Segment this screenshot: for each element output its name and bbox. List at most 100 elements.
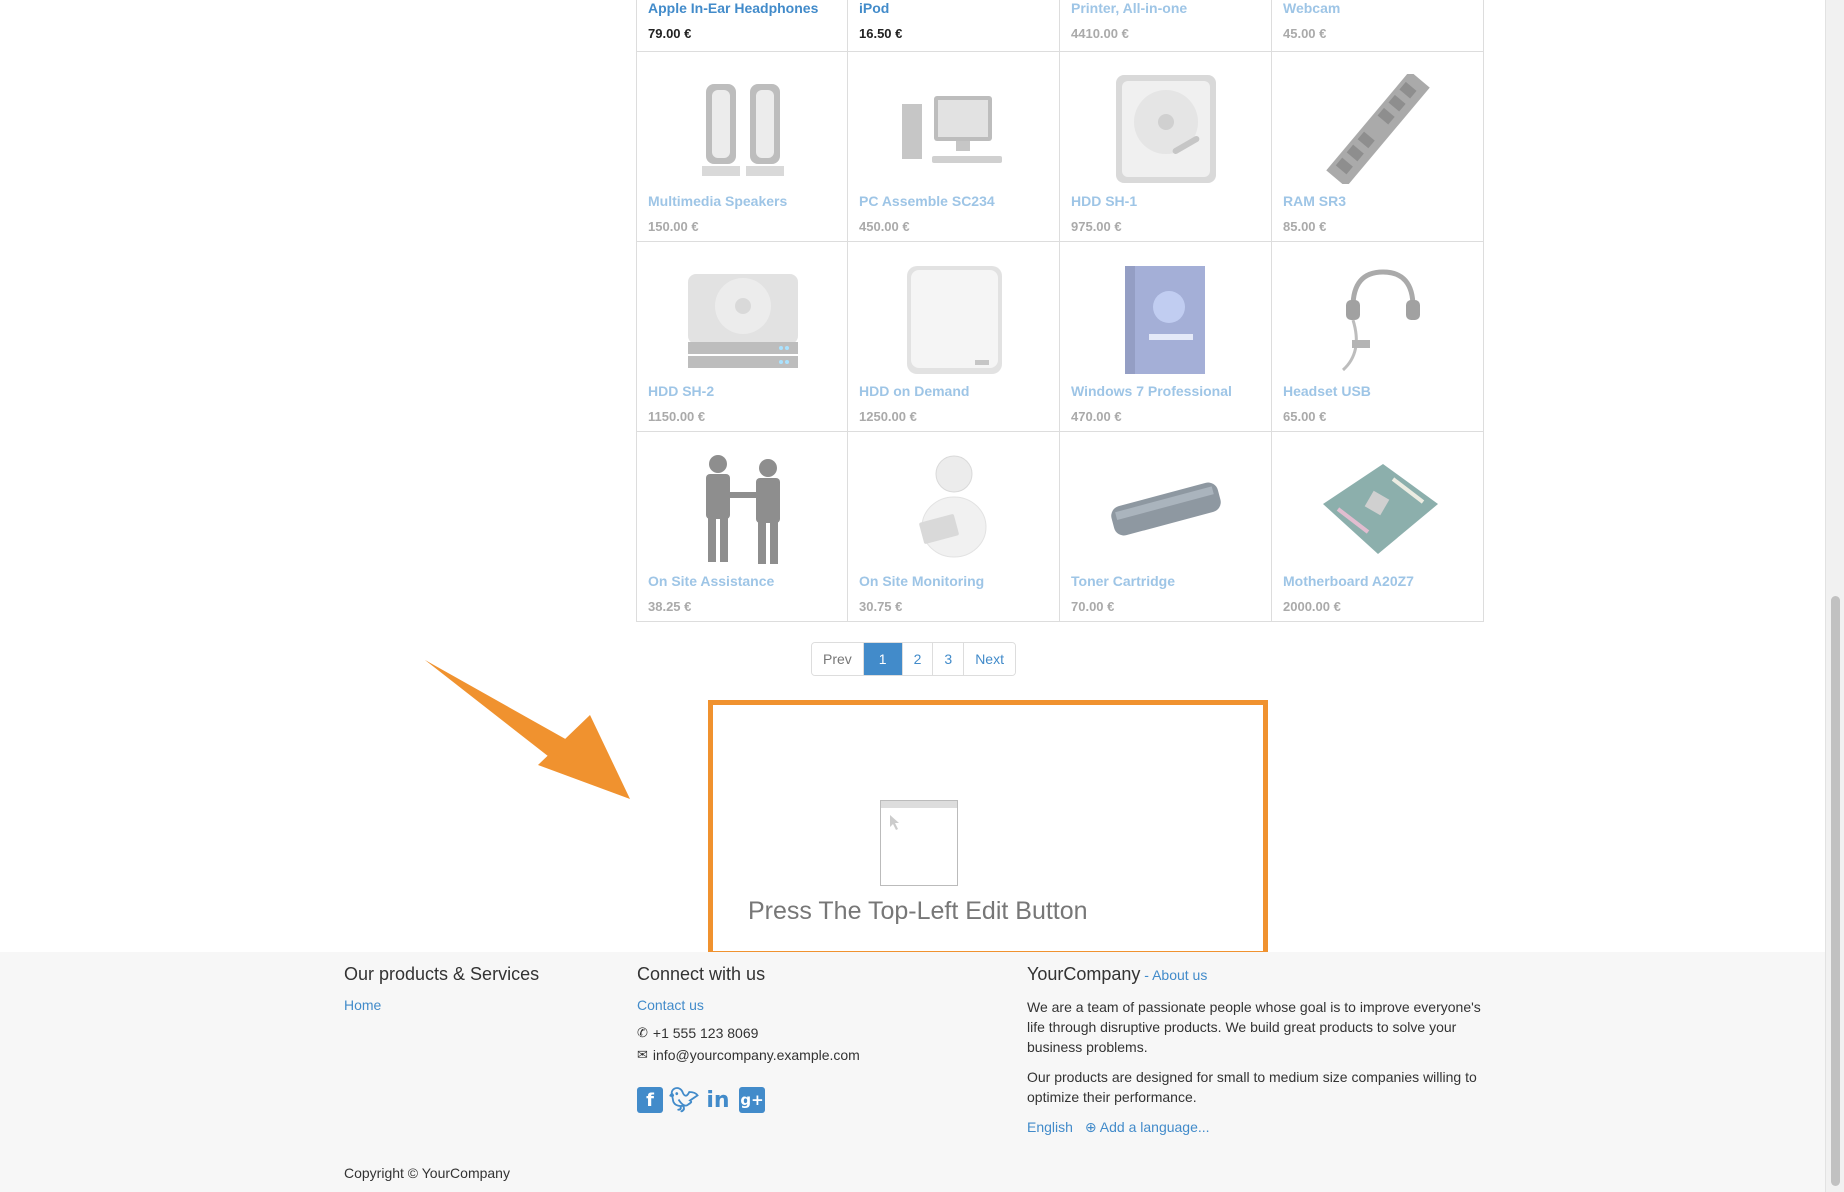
footer-home-link[interactable]: Home xyxy=(344,997,539,1013)
product-card[interactable]: HDD on Demand 1250.00 € xyxy=(848,242,1060,432)
product-price: 85.00 € xyxy=(1283,219,1327,234)
footer-connect-title: Connect with us xyxy=(637,964,766,984)
page-1-button[interactable]: 1 xyxy=(862,643,902,675)
company-name: YourCompany xyxy=(1027,964,1141,984)
handshake-icon[interactable] xyxy=(677,450,809,568)
product-card[interactable]: Toner Cartridge 70.00 € xyxy=(1060,432,1272,622)
product-price: 470.00 € xyxy=(1071,409,1122,424)
product-name[interactable]: iPod xyxy=(859,0,889,16)
product-price: 1150.00 € xyxy=(648,409,706,424)
product-price: 4410.00 € xyxy=(1071,26,1129,41)
toner-icon[interactable] xyxy=(1100,450,1232,568)
product-price: 65.00 € xyxy=(1283,409,1327,424)
browser-window-icon xyxy=(880,800,958,886)
linkedin-icon[interactable]: in xyxy=(705,1087,731,1113)
contact-us-link[interactable]: Contact us xyxy=(637,997,860,1013)
product-price: 16.50 € xyxy=(859,26,903,41)
pc-icon[interactable] xyxy=(888,70,1020,188)
product-name[interactable]: Apple In-Ear Headphones xyxy=(648,0,818,16)
product-price: 2000.00 € xyxy=(1283,599,1341,614)
product-card[interactable]: Printer, All-in-one 4410.00 € xyxy=(1060,0,1272,52)
product-name[interactable]: HDD SH-1 xyxy=(1071,193,1137,209)
product-price: 30.75 € xyxy=(859,599,903,614)
software-box-icon[interactable] xyxy=(1100,260,1232,378)
footer-company-column: YourCompany - About us We are a team of … xyxy=(1027,964,1487,1136)
phone-line: ✆ +1 555 123 8069 xyxy=(637,1025,860,1041)
speakers-icon[interactable] xyxy=(677,70,809,188)
about-separator: - xyxy=(1140,967,1153,983)
scrollbar-thumb[interactable] xyxy=(1831,596,1840,1186)
external-drive-icon[interactable] xyxy=(888,260,1020,378)
about-us-link[interactable]: About us xyxy=(1152,967,1207,983)
language-english-link[interactable]: English xyxy=(1027,1119,1073,1136)
footer: Our products & Services Home Connect wit… xyxy=(0,952,1826,1192)
product-name[interactable]: Headset USB xyxy=(1283,383,1371,399)
product-card[interactable]: RAM SR3 85.00 € xyxy=(1272,52,1484,242)
hdd-icon[interactable] xyxy=(1100,70,1232,188)
product-card[interactable]: Apple In-Ear Headphones 79.00 € xyxy=(636,0,848,52)
product-card[interactable]: HDD SH-1 975.00 € xyxy=(1060,52,1272,242)
product-card[interactable]: Headset USB 65.00 € xyxy=(1272,242,1484,432)
product-name[interactable]: PC Assemble SC234 xyxy=(859,193,995,209)
product-card[interactable]: HDD SH-2 1150.00 € xyxy=(636,242,848,432)
google-plus-icon[interactable]: g+ xyxy=(739,1087,765,1113)
product-price: 45.00 € xyxy=(1283,26,1327,41)
product-name[interactable]: Printer, All-in-one xyxy=(1071,0,1187,16)
product-name[interactable]: Motherboard A20Z7 xyxy=(1283,573,1414,589)
footer-connect-column: Connect with us Contact us ✆ +1 555 123 … xyxy=(637,964,860,1114)
product-price: 38.25 € xyxy=(648,599,692,614)
product-price: 975.00 € xyxy=(1071,219,1122,234)
page-3-button[interactable]: 3 xyxy=(932,643,964,675)
pagination: Prev 1 2 3 Next xyxy=(811,642,1016,676)
product-card[interactable]: On Site Assistance 38.25 € xyxy=(636,432,848,622)
copyright: Copyright © YourCompany xyxy=(344,1165,510,1181)
product-price: 450.00 € xyxy=(859,219,910,234)
hdd-stack-icon[interactable] xyxy=(677,260,809,378)
snippet-instruction: Press The Top-Left Edit Button xyxy=(748,897,1088,925)
product-name[interactable]: Windows 7 Professional xyxy=(1071,383,1232,399)
headset-icon[interactable] xyxy=(1312,260,1444,378)
product-name[interactable]: HDD on Demand xyxy=(859,383,969,399)
product-price: 150.00 € xyxy=(648,219,699,234)
phone-icon: ✆ xyxy=(637,1025,648,1040)
product-price: 1250.00 € xyxy=(859,409,917,424)
next-page-button[interactable]: Next xyxy=(963,643,1015,675)
social-links: f 🐦︎ in g+ xyxy=(637,1086,860,1114)
company-heading: YourCompany - About us xyxy=(1027,964,1487,985)
product-card[interactable]: Multimedia Speakers 150.00 € xyxy=(636,52,848,242)
email-line: ✉ info@yourcompany.example.com xyxy=(637,1047,860,1063)
phone-number: +1 555 123 8069 xyxy=(652,1025,759,1041)
product-name[interactable]: On Site Monitoring xyxy=(859,573,984,589)
product-name[interactable]: HDD SH-2 xyxy=(648,383,714,399)
snippet-drop-zone[interactable]: Press The Top-Left Edit Button xyxy=(708,700,1268,956)
product-price: 79.00 € xyxy=(648,26,692,41)
ram-icon[interactable] xyxy=(1312,70,1444,188)
product-name[interactable]: RAM SR3 xyxy=(1283,193,1346,209)
product-card[interactable]: Motherboard A20Z7 2000.00 € xyxy=(1272,432,1484,622)
product-card[interactable]: Windows 7 Professional 470.00 € xyxy=(1060,242,1272,432)
add-language-link[interactable]: ⊕ Add a language... xyxy=(1085,1119,1210,1136)
motherboard-icon[interactable] xyxy=(1312,450,1444,568)
facebook-icon[interactable]: f xyxy=(637,1087,663,1113)
product-grid: Apple In-Ear Headphones 79.00 € iPod 16.… xyxy=(636,0,1484,622)
plus-circle-icon: ⊕ xyxy=(1084,1119,1097,1135)
company-products-description: Our products are designed for small to m… xyxy=(1027,1069,1477,1105)
product-name[interactable]: On Site Assistance xyxy=(648,573,774,589)
product-name[interactable]: Toner Cartridge xyxy=(1071,573,1175,589)
language-selector: English ⊕ Add a language... xyxy=(1027,1119,1487,1136)
prev-page-button[interactable]: Prev xyxy=(812,643,863,675)
product-name[interactable]: Multimedia Speakers xyxy=(648,193,787,209)
page-2-button[interactable]: 2 xyxy=(901,643,933,675)
product-card[interactable]: Webcam 45.00 € xyxy=(1272,0,1484,52)
envelope-icon: ✉ xyxy=(637,1047,648,1062)
twitter-icon[interactable]: 🐦︎ xyxy=(669,1086,699,1114)
product-price: 70.00 € xyxy=(1071,599,1115,614)
product-card[interactable]: PC Assemble SC234 450.00 € xyxy=(848,52,1060,242)
product-card[interactable]: On Site Monitoring 30.75 € xyxy=(848,432,1060,622)
laptop-person-icon[interactable] xyxy=(888,450,1020,568)
product-name[interactable]: Webcam xyxy=(1283,0,1340,16)
annotation-arrow-icon xyxy=(425,660,630,799)
add-language-label: Add a language... xyxy=(1099,1119,1210,1135)
product-card[interactable]: iPod 16.50 € xyxy=(848,0,1060,52)
company-description: We are a team of passionate people whose… xyxy=(1027,999,1481,1055)
